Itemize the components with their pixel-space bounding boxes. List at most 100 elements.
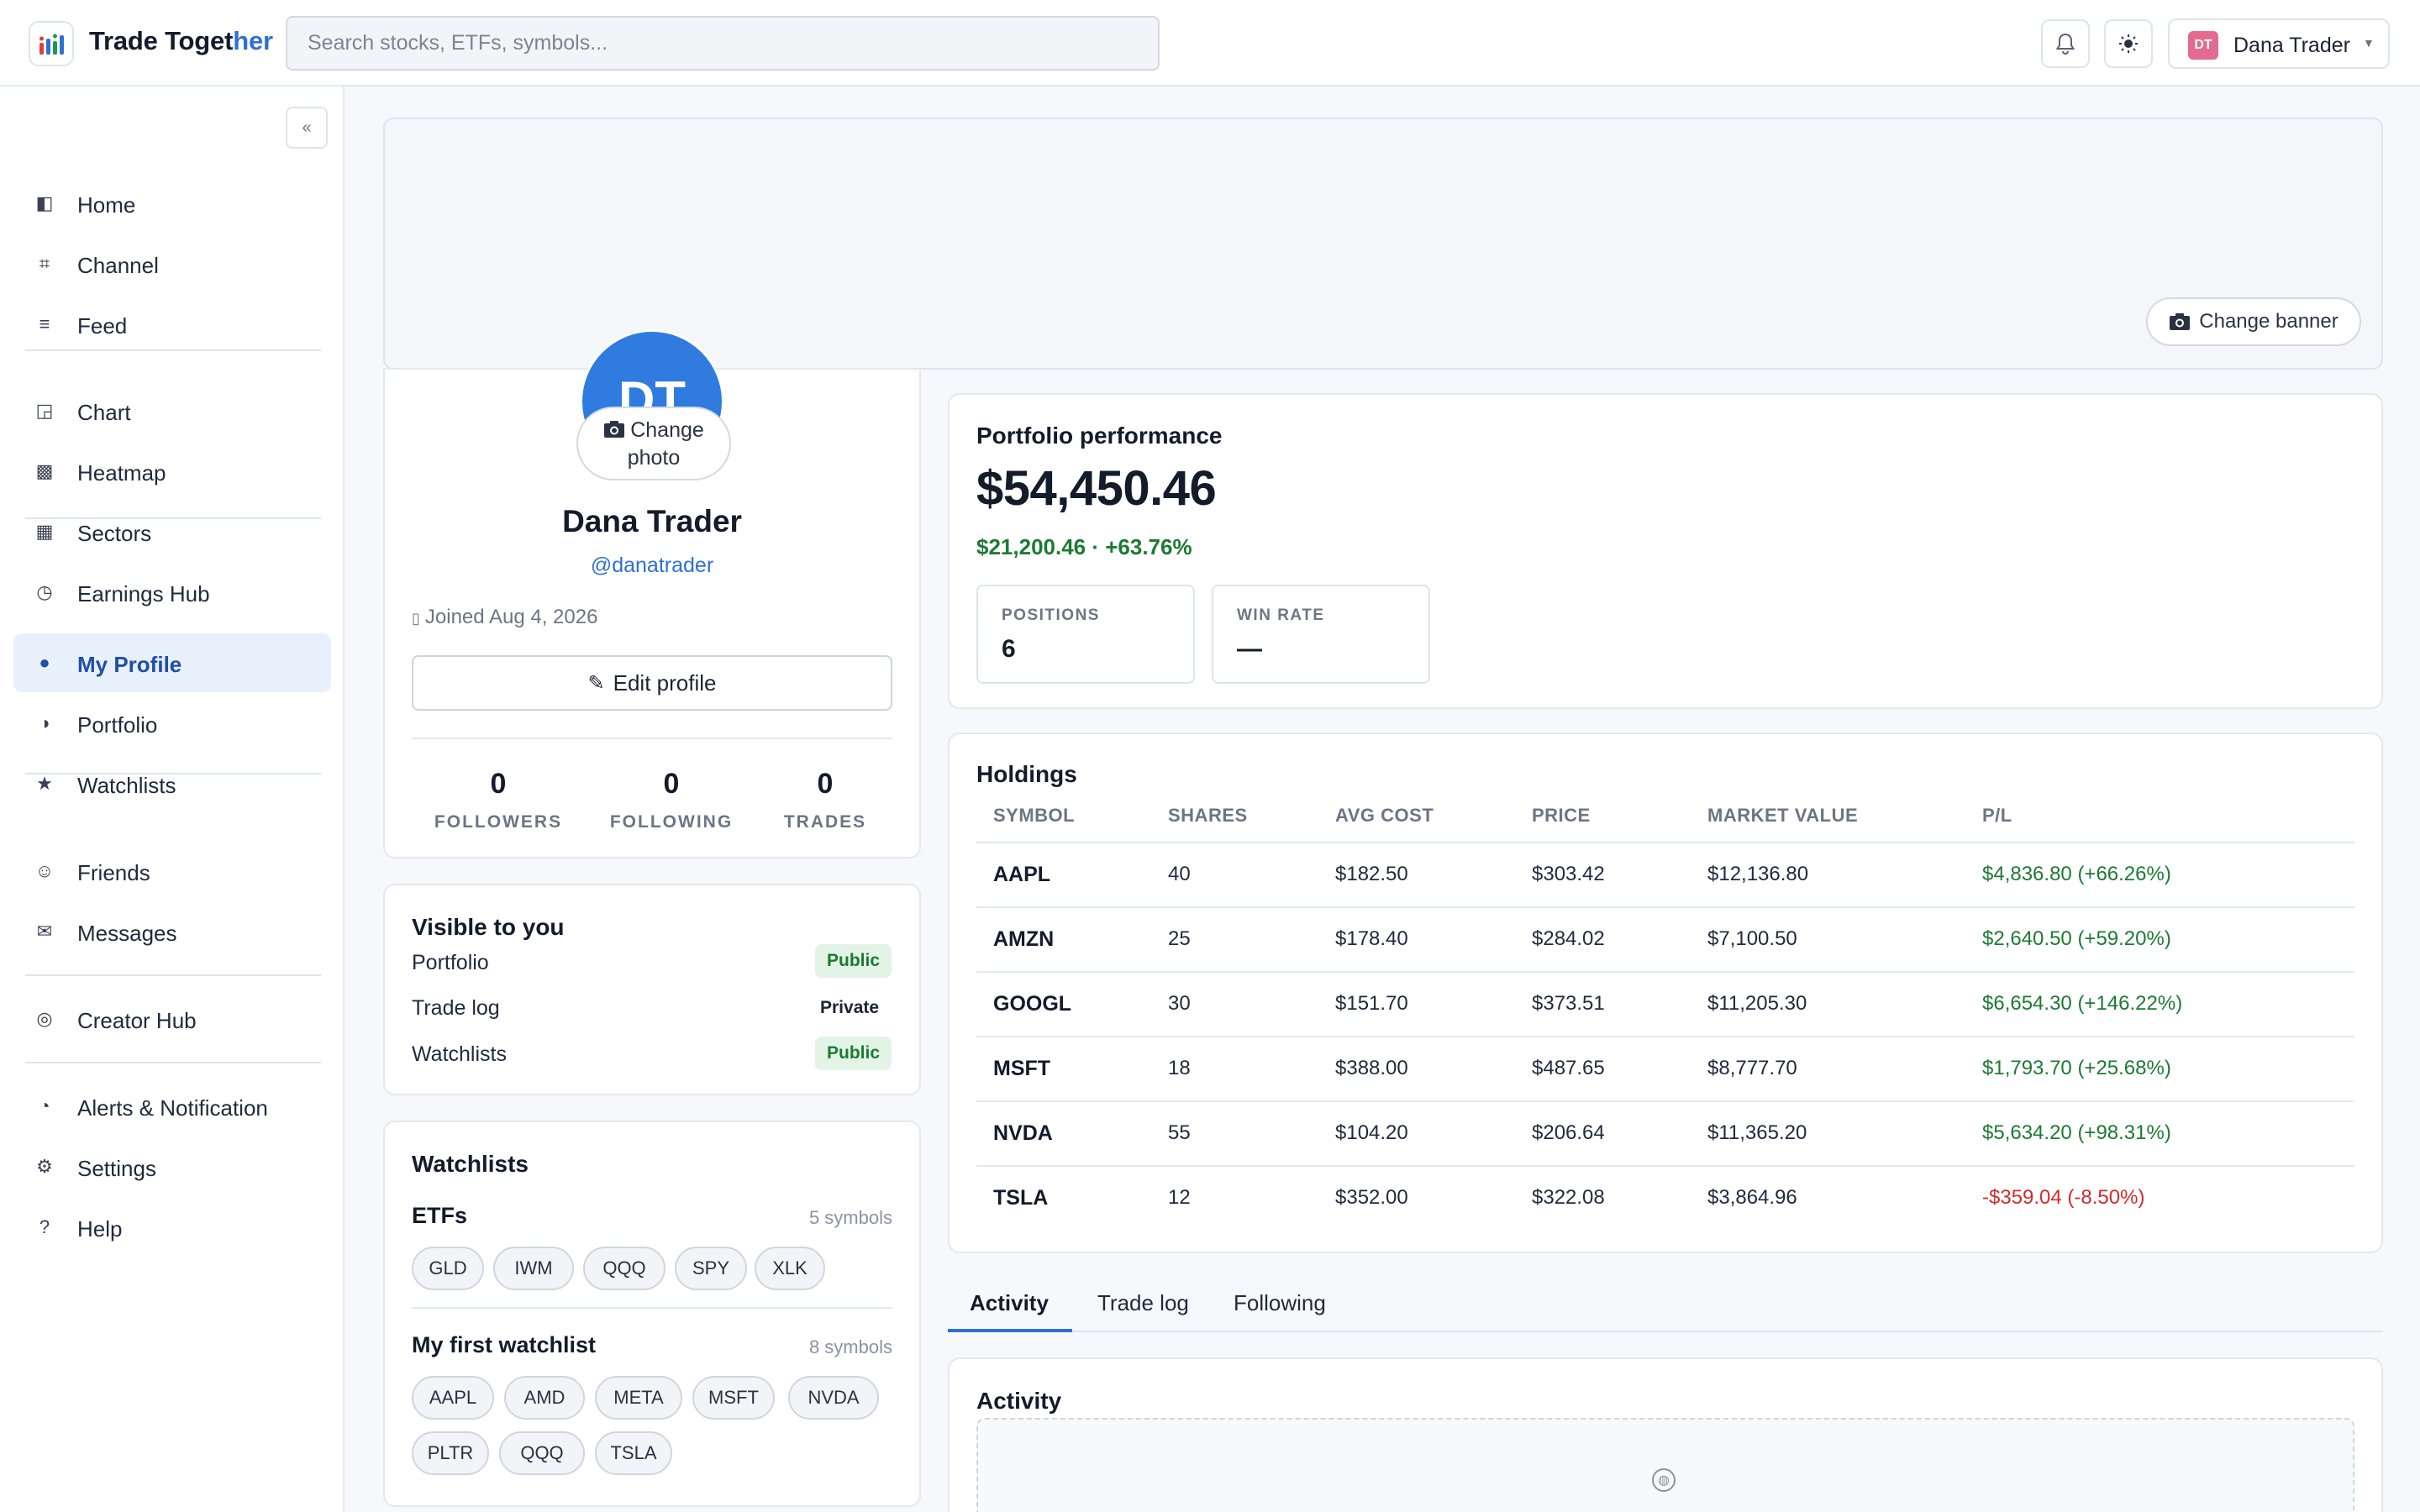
sidebar-item-friends[interactable]: ☺ Friends <box>13 842 331 900</box>
sidebar-divider <box>25 1062 321 1063</box>
sidebar-item-label: Settings <box>77 1156 156 1181</box>
table-cell-shares: 30 <box>1168 992 1191 1015</box>
table-cell-market-value: $3,864.96 <box>1707 1186 1797 1209</box>
edit-profile-button[interactable]: ✎ Edit profile <box>412 655 892 711</box>
symbol-chip[interactable]: XLK <box>755 1247 825 1290</box>
avg-cost-header[interactable]: AVG COST <box>1335 805 1434 827</box>
symbol-chip[interactable]: GLD <box>412 1247 484 1290</box>
portfolio-value: $54,450.46 <box>976 461 1217 516</box>
symbol-header[interactable]: SYMBOL <box>993 805 1075 827</box>
symbol-chip[interactable]: QQQ <box>583 1247 666 1290</box>
sidebar-item-label: Earnings Hub <box>77 581 210 606</box>
table-cell-market-value: $8,777.70 <box>1707 1057 1797 1079</box>
visibility-label: Trade log <box>412 996 500 1020</box>
performance-title: Portfolio performance <box>976 423 1223 449</box>
symbol-chip[interactable]: SPY <box>675 1247 747 1290</box>
bell-icon <box>2055 33 2075 55</box>
joined-date: ▯ Joined Aug 4, 2026 <box>412 606 598 628</box>
sidebar-item-watchlists[interactable]: ★ Watchlists <box>13 754 331 813</box>
collapse-sidebar-button[interactable]: « <box>286 107 328 149</box>
table-cell-avg-cost: $178.40 <box>1335 927 1408 950</box>
table-row-divider <box>976 842 2354 843</box>
followers-stat[interactable]: 0 FOLLOWERS <box>418 768 578 832</box>
sidebar-item-help[interactable]: ? Help <box>13 1198 331 1257</box>
pencil-icon: ✎ <box>587 671 605 695</box>
symbol-chip[interactable]: MSFT <box>692 1376 775 1420</box>
table-cell-symbol[interactable]: AMZN <box>993 927 1054 952</box>
sidebar-item-label: Friends <box>77 860 150 885</box>
table-cell-pl: $5,634.20 (+98.31%) <box>1982 1121 2171 1144</box>
table-cell-pl: $6,654.30 (+146.22%) <box>1982 992 2183 1015</box>
sidebar-item-chart[interactable]: ◲ Chart <box>13 381 331 440</box>
symbol-chip[interactable]: QQQ <box>499 1431 585 1475</box>
sidebar-item-heatmap[interactable]: ▩ Heatmap <box>13 442 331 501</box>
shares-header[interactable]: SHARES <box>1168 805 1248 827</box>
calendar-icon: ▯ <box>412 610 420 627</box>
symbol-chip[interactable]: PLTR <box>412 1431 489 1475</box>
table-cell-market-value: $12,136.80 <box>1707 863 1809 885</box>
brand-name[interactable]: Trade Together <box>89 26 273 56</box>
sidebar-item-sectors[interactable]: ▦ Sectors <box>13 502 331 561</box>
win-rate-stat: WIN RATE — <box>1212 585 1430 684</box>
sidebar-item-my-profile[interactable]: ● My Profile <box>13 633 331 692</box>
price-header[interactable]: PRICE <box>1532 805 1591 827</box>
globe-icon: ◍ <box>1652 1468 1676 1492</box>
sidebar-item-label: Chart <box>77 400 131 425</box>
table-cell-pl: $4,836.80 (+66.26%) <box>1982 863 2171 885</box>
watchlist-name[interactable]: ETFs <box>412 1203 467 1229</box>
sidebar-item-messages[interactable]: ✉ Messages <box>13 902 331 961</box>
table-cell-market-value: $11,205.30 <box>1707 992 1807 1015</box>
symbol-chip[interactable]: META <box>595 1376 682 1420</box>
divider <box>412 1307 892 1309</box>
sidebar-item-home[interactable]: ◧ Home <box>13 174 331 233</box>
symbol-chip[interactable]: IWM <box>493 1247 574 1290</box>
market-value-header[interactable]: MARKET VALUE <box>1707 805 1858 827</box>
theme-toggle-button[interactable] <box>2104 19 2153 68</box>
sidebar-item-creator-hub[interactable]: ◎ Creator Hub <box>13 990 331 1048</box>
tab-activity[interactable]: Activity <box>970 1290 1049 1316</box>
table-cell-symbol[interactable]: NVDA <box>993 1121 1053 1146</box>
sidebar-item-settings[interactable]: ⚙ Settings <box>13 1137 331 1196</box>
following-stat[interactable]: 0 FOLLOWING <box>592 768 751 832</box>
table-cell-symbol[interactable]: GOOGL <box>993 992 1071 1016</box>
top-bar: Trade Together DT Dana Trader ▼ <box>0 0 2420 87</box>
sidebar-divider <box>25 517 321 519</box>
visibility-label: Portfolio <box>412 951 489 974</box>
sidebar-icon: ● <box>39 652 50 673</box>
sidebar: « ◧ Home ⌗ Channel ≡ Feed ◲ Chart ▩ Heatmap ▦ Secto… <box>0 87 345 1512</box>
watchlist-name[interactable]: My first watchlist <box>412 1332 596 1358</box>
table-cell-symbol[interactable]: AAPL <box>993 863 1050 887</box>
sidebar-item-earnings-hub[interactable]: ◷ Earnings Hub <box>13 563 331 622</box>
change-banner-button[interactable]: Change banner <box>2146 297 2361 346</box>
trades-stat[interactable]: 0 TRADES <box>745 768 905 832</box>
portfolio-change: $21,200.46 · +63.76% <box>976 534 1192 559</box>
change-photo-button[interactable]: Change photo <box>576 407 731 480</box>
table-cell-market-value: $7,100.50 <box>1707 927 1797 950</box>
sidebar-icon: ? <box>39 1216 50 1237</box>
logo-icon[interactable] <box>29 21 74 66</box>
sidebar-icon: ◔ <box>39 1095 50 1116</box>
symbol-chip[interactable]: TSLA <box>595 1431 672 1475</box>
symbol-chip[interactable]: AAPL <box>412 1376 494 1420</box>
notifications-button[interactable] <box>2041 19 2090 68</box>
symbol-chip[interactable]: AMD <box>504 1376 585 1420</box>
tab-following[interactable]: Following <box>1234 1290 1326 1316</box>
watchlists-title: Watchlists <box>412 1151 529 1177</box>
sidebar-item-feed[interactable]: ≡ Feed <box>13 295 331 354</box>
profile-handle[interactable]: @danatrader <box>383 554 921 578</box>
sidebar-icon: ◧ <box>35 192 54 213</box>
sidebar-item-portfolio[interactable]: ◑ Portfolio <box>13 694 331 753</box>
search-input[interactable] <box>286 16 1160 71</box>
table-cell-symbol[interactable]: MSFT <box>993 1057 1050 1081</box>
pl-header[interactable]: P/L <box>1982 805 2012 827</box>
sidebar-item-alerts-notification[interactable]: ◔ Alerts & Notification <box>13 1077 331 1136</box>
table-cell-price: $487.65 <box>1532 1057 1605 1079</box>
sidebar-item-channel[interactable]: ⌗ Channel <box>13 234 331 293</box>
table-cell-price: $322.08 <box>1532 1186 1605 1209</box>
divider <box>412 738 892 739</box>
sidebar-icon: ⚙ <box>36 1156 53 1177</box>
tab-trade-log[interactable]: Trade log <box>1097 1290 1189 1316</box>
table-cell-symbol[interactable]: TSLA <box>993 1186 1048 1210</box>
user-menu-button[interactable]: DT Dana Trader ▼ <box>2168 18 2390 69</box>
symbol-chip[interactable]: NVDA <box>788 1376 879 1420</box>
